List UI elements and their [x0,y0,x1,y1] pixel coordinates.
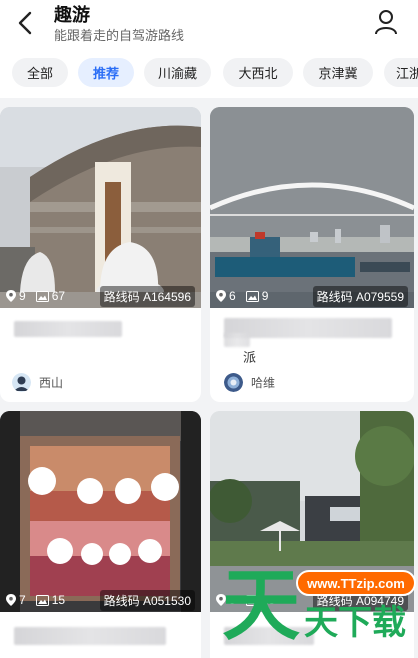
photo-count: 9 [245,289,269,303]
tab-all[interactable]: 全部 [12,58,68,87]
waypoint-count: 9 [6,289,26,303]
photo-count: 15 [35,593,66,607]
title-redacted [14,627,166,645]
waypoint-count-value: 6 [229,289,236,303]
tab-jing-jin-ji[interactable]: 京津冀 [303,58,373,87]
title-redacted-line2 [224,333,250,347]
author-name: 西山 [39,376,64,390]
author[interactable]: 哈维 [224,373,275,392]
waypoint-count-value: 7 [19,593,26,607]
svg-text:天下载: 天下载 [304,603,406,643]
page-subtitle: 能跟着走的自驾游路线 [54,28,185,43]
avatar [224,373,243,392]
author[interactable]: 西山 [12,373,63,392]
photo-count: 67 [35,289,66,303]
tab-jiang-zhe[interactable]: 江浙 [384,58,418,87]
watermark: 天 天下载 www.TTzip.com [222,560,418,658]
header: 趣游 能跟着走的自驾游路线 [0,0,418,52]
profile-button[interactable] [372,7,400,37]
tab-northwest[interactable]: 大西北 [223,58,293,87]
back-button[interactable] [12,8,38,38]
photo-overlay: 6 9 路线码 A079559 [210,284,414,308]
route-title-fragment: 派 [243,350,257,365]
tab-recommended[interactable]: 推荐 [78,58,134,87]
route-code: 路线码 A164596 [99,285,195,307]
image-icon [245,290,259,302]
photo-overlay: 7 15 路线码 A051530 [0,588,201,612]
waypoint-count: 7 [6,593,26,607]
title-block: 趣游 能跟着走的自驾游路线 [54,4,184,44]
route-code: 路线码 A051530 [99,589,195,611]
tab-chuan-yu-zang[interactable]: 川渝藏 [144,58,211,87]
image-icon [35,594,49,606]
photo-overlay: 9 67 路线码 A164596 [0,284,201,308]
location-pin-icon [6,290,16,302]
waypoint-count: 6 [216,289,236,303]
author-name: 哈维 [251,376,276,390]
user-icon [375,10,397,35]
svg-text:天: 天 [222,561,300,651]
route-card[interactable]: 9 67 路线码 A164596 西山 [0,107,201,402]
page-title: 趣游 [54,5,90,25]
image-icon [35,290,49,302]
category-tabs: 全部 推荐 川渝藏 大西北 京津冀 江浙 [0,52,418,98]
photo-count-value: 9 [261,289,269,303]
route-code: 路线码 A079559 [312,285,408,307]
location-pin-icon [6,594,16,606]
route-card[interactable]: 7 15 路线码 A051530 [0,411,201,658]
route-photo: 6 9 路线码 A079559 [210,107,414,308]
watermark-url: www.TTzip.com [296,570,416,596]
route-photo: 9 67 路线码 A164596 [0,107,201,308]
avatar [12,373,31,392]
waypoint-count-value: 9 [19,289,26,303]
title-redacted [14,321,122,337]
photo-count-value: 15 [51,593,66,607]
route-photo: 7 15 路线码 A051530 [0,411,201,612]
photo-count-value: 67 [51,289,66,303]
location-pin-icon [216,290,226,302]
chevron-left-icon [18,11,32,35]
route-card[interactable]: 6 9 路线码 A079559 派 哈维 [210,107,414,402]
